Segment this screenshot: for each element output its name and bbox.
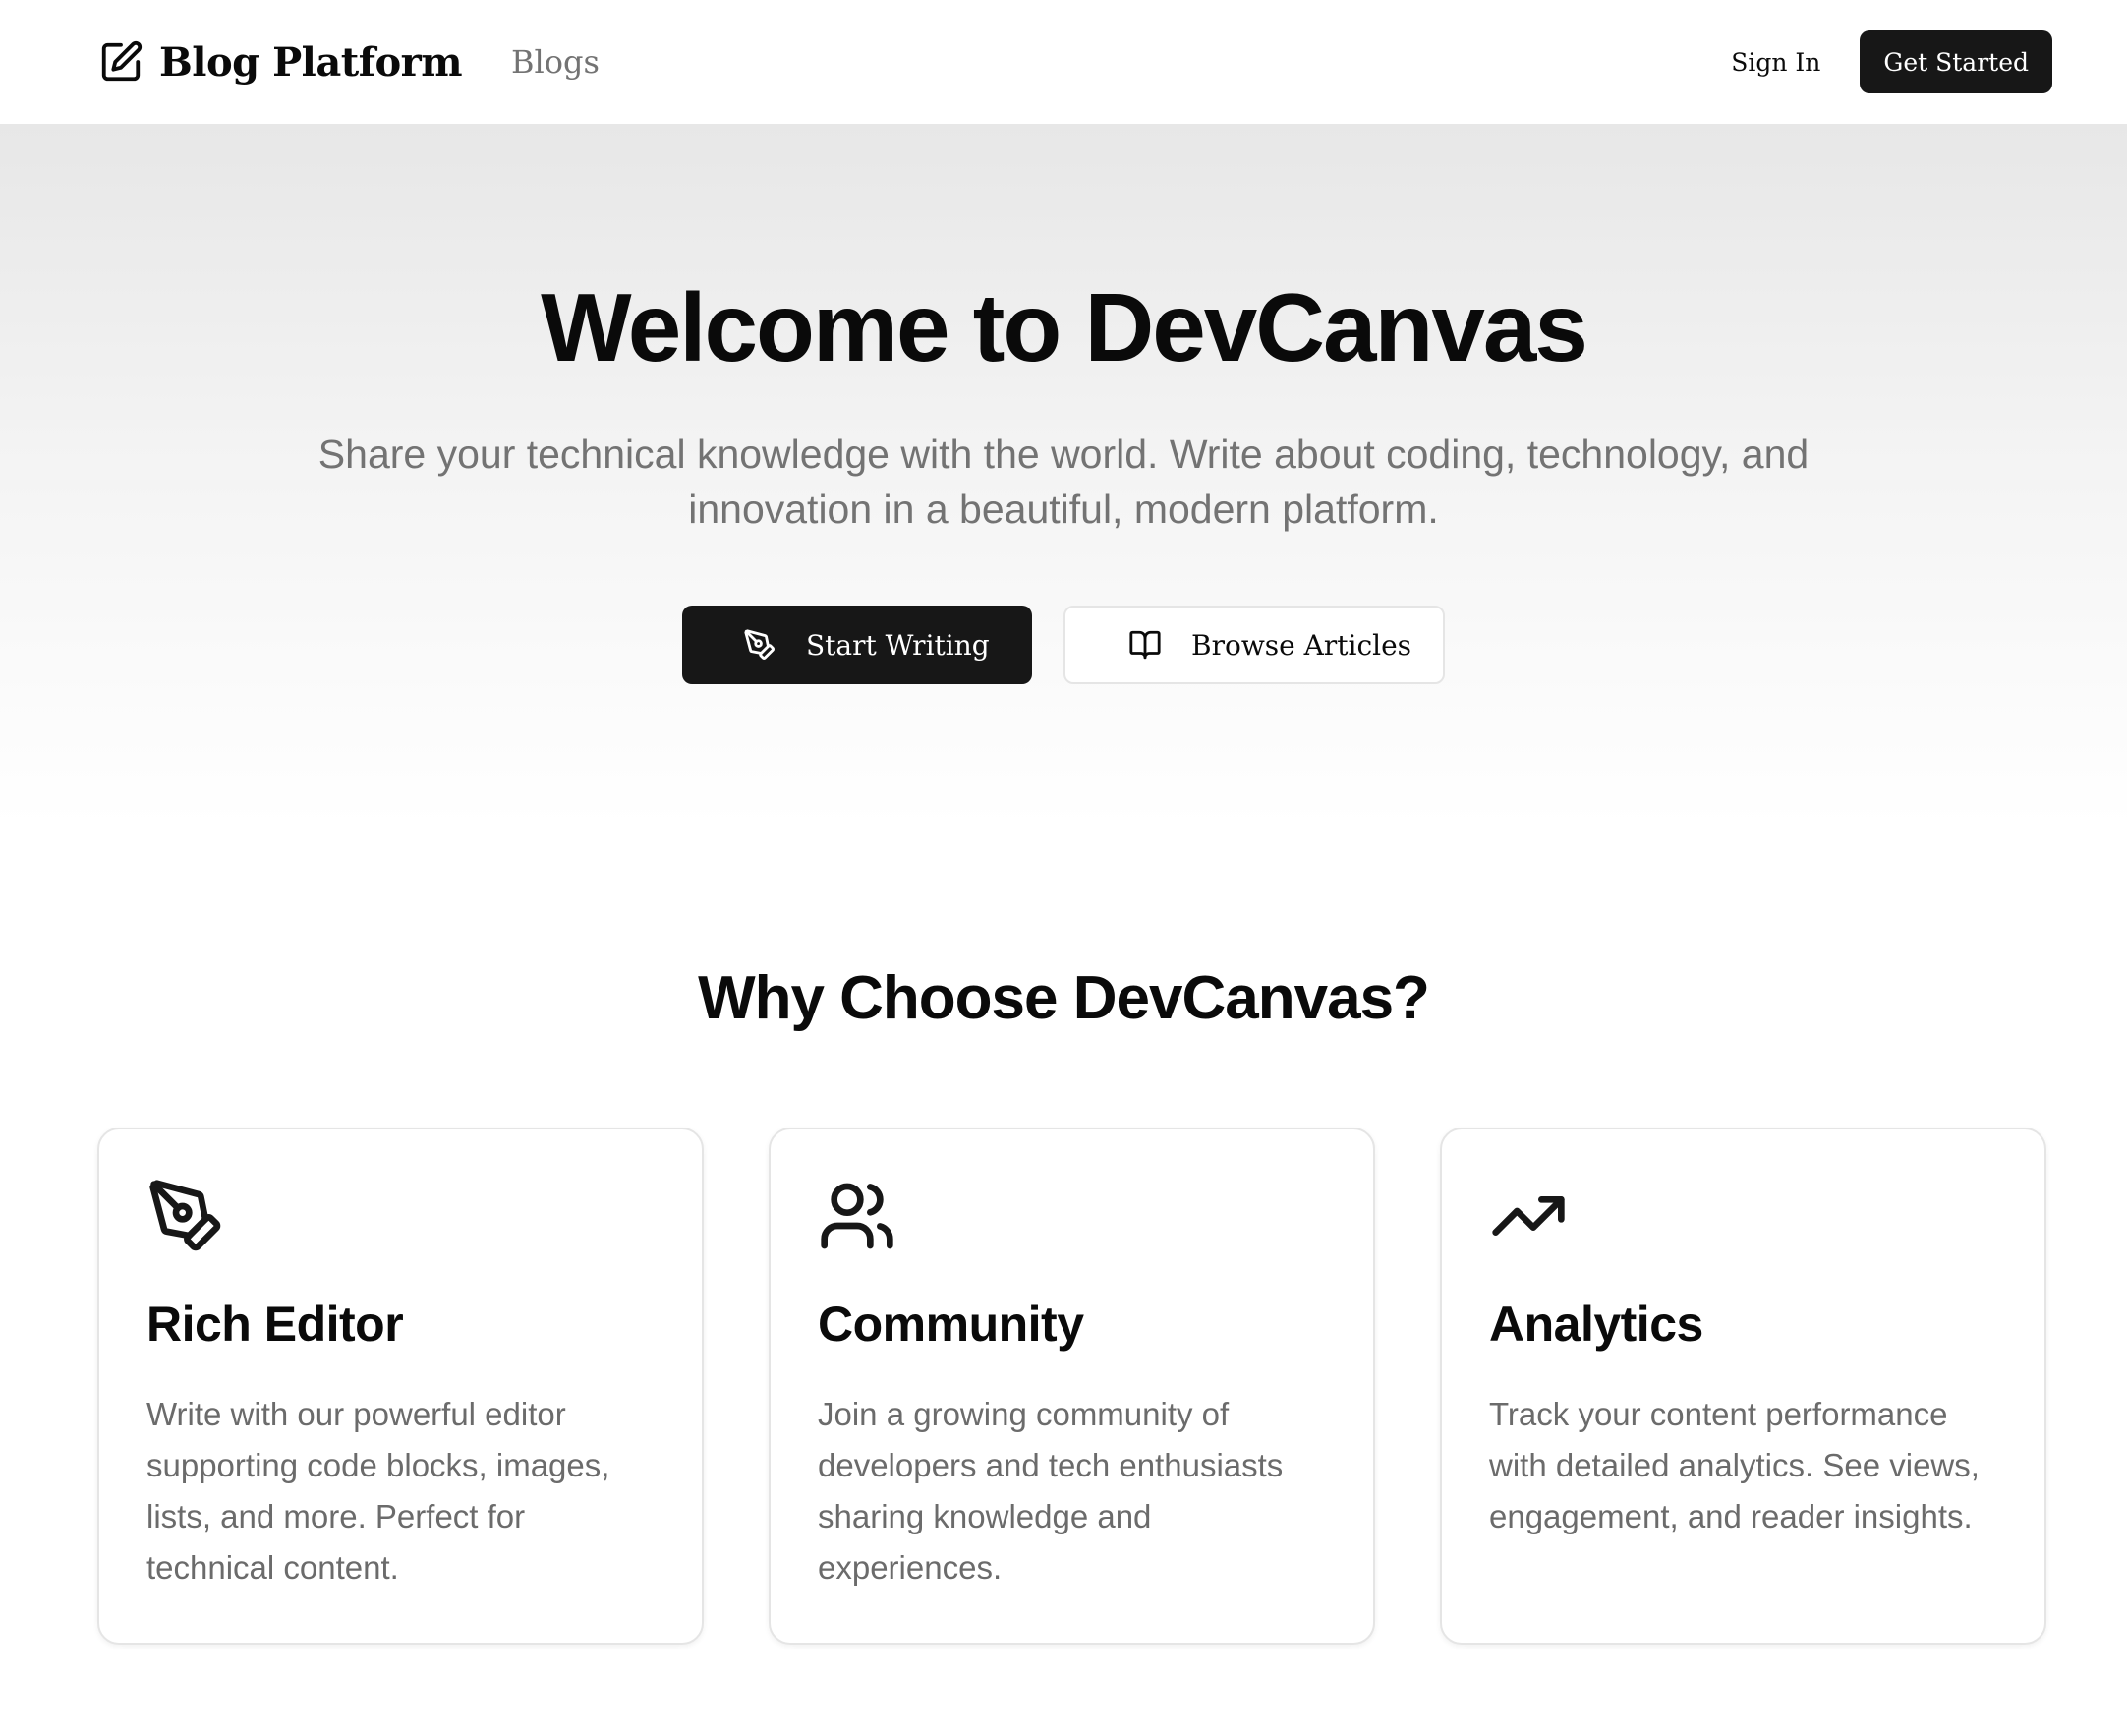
features-section: Why Choose DevCanvas? Rich Editor Write …: [0, 963, 2127, 1645]
feature-cards: Rich Editor Write with our powerful edit…: [0, 1128, 2127, 1645]
book-open-icon: [1129, 630, 1161, 660]
hero-title: Welcome to DevCanvas: [541, 273, 1588, 381]
brand-logo[interactable]: Blog Platform: [98, 38, 463, 86]
hero-subtitle: Share your technical knowledge with the …: [317, 432, 1810, 532]
edit-square-icon: [101, 40, 143, 82]
start-writing-button[interactable]: Start Writing: [682, 606, 1032, 684]
hero-section: Welcome to DevCanvas Share your technica…: [0, 124, 2127, 826]
feature-card-text: Write with our powerful editor supportin…: [146, 1396, 610, 1586]
browse-articles-button[interactable]: Browse Articles: [1064, 606, 1445, 684]
get-started-button[interactable]: Get Started: [1860, 30, 2052, 93]
feature-card-text: Join a growing community of developers a…: [818, 1396, 1284, 1586]
pen-tool-icon: [744, 629, 775, 660]
feature-card-text: Track your content performance with deta…: [1489, 1396, 1980, 1534]
sign-in-link[interactable]: Sign In: [1731, 48, 1820, 77]
trending-up-icon: [1492, 1196, 1565, 1236]
hero-actions: Start Writing Browse Articles: [682, 606, 1445, 684]
top-navbar: Blog Platform Blogs Sign In Get Started: [0, 0, 2127, 124]
nav-link-blogs[interactable]: Blogs: [511, 43, 600, 81]
users-icon: [821, 1183, 893, 1249]
pen-tool-icon: [149, 1180, 221, 1251]
feature-card-analytics: Analytics Track your content performance…: [1440, 1128, 2046, 1645]
start-writing-label: Start Writing: [806, 628, 990, 662]
feature-card-title: Rich Editor: [146, 1297, 404, 1352]
features-title: Why Choose DevCanvas?: [698, 964, 1430, 1032]
browse-articles-label: Browse Articles: [1191, 628, 1412, 662]
feature-card-title: Community: [818, 1297, 1084, 1352]
brand-name: Blog Platform: [159, 38, 463, 86]
feature-card-title: Analytics: [1489, 1297, 1703, 1352]
feature-card-community: Community Join a growing community of de…: [769, 1128, 1375, 1645]
feature-card-rich-editor: Rich Editor Write with our powerful edit…: [97, 1128, 704, 1645]
